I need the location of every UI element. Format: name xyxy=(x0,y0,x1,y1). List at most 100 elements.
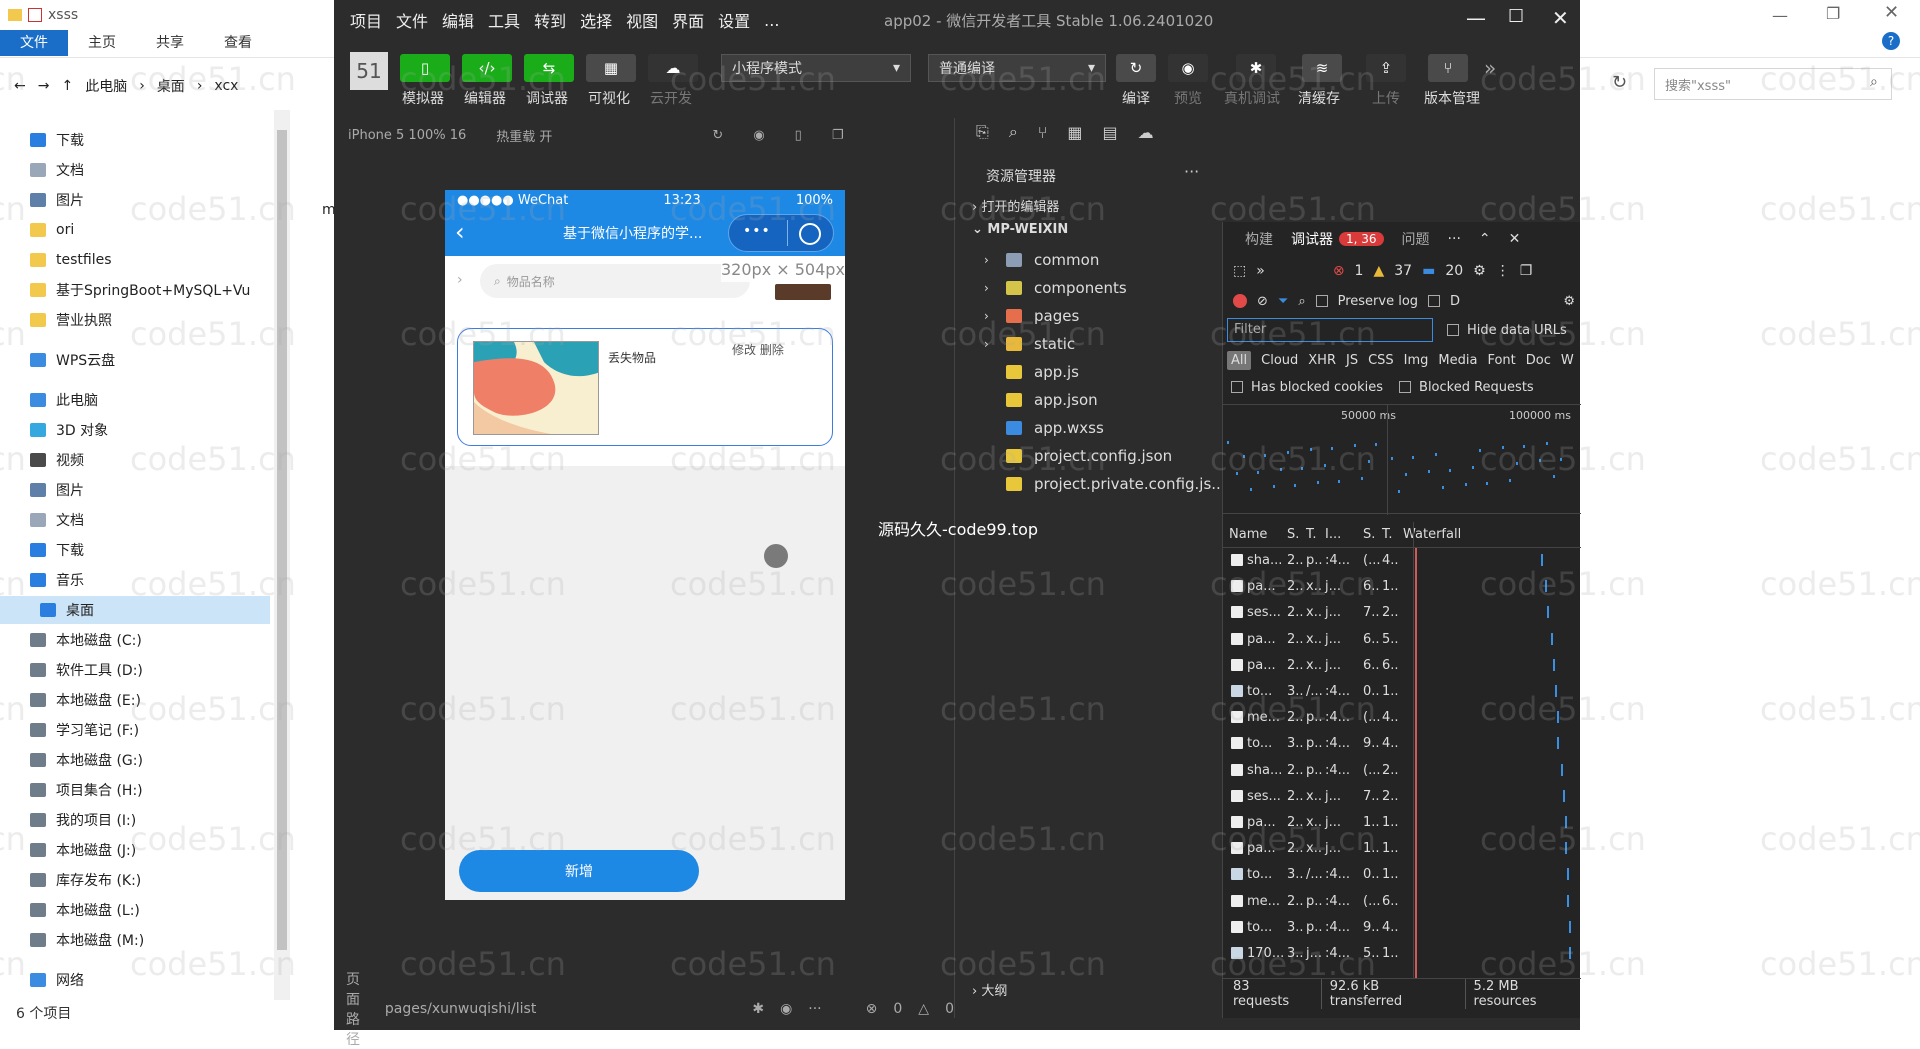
blocked-requests-checkbox[interactable] xyxy=(1399,381,1412,393)
nav-item[interactable]: 3D 对象 xyxy=(30,416,108,444)
type-filter-3[interactable]: JS xyxy=(1346,353,1358,368)
minimize-icon[interactable]: — xyxy=(1772,6,1788,25)
file-tree-item[interactable]: › common xyxy=(984,248,1099,272)
page-path[interactable]: pages/xunwuqishi/list xyxy=(385,1001,536,1017)
menu-item[interactable]: 文件 xyxy=(396,8,428,32)
nav-item[interactable]: 营业执照 xyxy=(30,306,112,334)
close-target-icon[interactable] xyxy=(799,223,821,245)
table-row[interactable]: ses... 2.. x.. j... 7.. 2.. xyxy=(1223,600,1581,625)
storage-icon[interactable]: ▤ xyxy=(1103,123,1118,142)
blocked-cookies-checkbox[interactable] xyxy=(1231,381,1243,393)
breadcrumb-xcx[interactable]: xcx xyxy=(214,78,238,94)
nav-item[interactable]: 我的项目 (I:) xyxy=(30,806,136,834)
window-icon[interactable]: ❐ xyxy=(832,128,844,143)
open-editors-section[interactable]: › 打开的编辑器 xyxy=(972,196,1059,215)
column-header[interactable]: S. xyxy=(1361,527,1380,542)
column-header[interactable]: T. xyxy=(1380,527,1399,542)
chevron-up-icon[interactable]: ⌃ xyxy=(1479,231,1491,247)
explorer-search-input[interactable]: 搜索"xsss" xyxy=(1654,68,1892,100)
column-header[interactable]: S. xyxy=(1285,527,1304,542)
nav-item[interactable]: 本地磁盘 (L:) xyxy=(30,896,140,924)
back-arrow-icon[interactable]: ‹ xyxy=(455,218,465,246)
forward-icon[interactable]: → xyxy=(38,78,50,94)
gear-icon[interactable]: ⚙ xyxy=(1563,294,1575,309)
tab-share[interactable]: 共享 xyxy=(136,30,204,56)
edit-delete-actions[interactable]: 修改 删除 xyxy=(732,341,784,358)
scroll-thumb[interactable] xyxy=(277,130,287,950)
disable-cache-checkbox[interactable] xyxy=(1428,295,1441,307)
table-row[interactable]: me... 2.. p..:4... (... 6.. xyxy=(1223,889,1581,914)
files-icon[interactable]: ⎘ xyxy=(976,122,989,142)
filter-icon[interactable]: ⏷ xyxy=(1278,294,1288,309)
minimize-icon[interactable]: — xyxy=(1466,6,1486,30)
nav-item[interactable]: 学习笔记 (F:) xyxy=(30,716,139,744)
menu-item[interactable]: 界面 xyxy=(672,8,704,32)
avatar[interactable]: 51 xyxy=(350,52,388,90)
device-icon[interactable]: ▯ xyxy=(795,128,802,143)
menu-item[interactable]: 选择 xyxy=(580,8,612,32)
simulator-button[interactable]: ▯ xyxy=(400,54,450,82)
column-header[interactable]: Waterfall xyxy=(1401,527,1551,542)
tab-issues[interactable]: 问题 xyxy=(1402,229,1430,249)
address-bar[interactable]: ← → ↑ 此电脑 › 桌面 › xcx xyxy=(0,68,340,104)
file-tree-item[interactable]: app.wxss xyxy=(984,416,1104,440)
nav-item[interactable]: 本地磁盘 (M:) xyxy=(30,926,144,954)
eye-icon[interactable]: ◉ xyxy=(780,1001,792,1017)
menu-item[interactable]: 设置 xyxy=(718,8,750,32)
type-filter-0[interactable]: All xyxy=(1227,350,1252,370)
cloud-icon[interactable]: ☁ xyxy=(1138,123,1154,142)
nav-item[interactable]: 文档 xyxy=(30,156,84,184)
mode-select[interactable]: 小程序模式 ▾ xyxy=(721,54,911,82)
more-icon[interactable]: ··· xyxy=(1448,231,1461,247)
nav-item[interactable]: 软件工具 (D:) xyxy=(30,656,143,684)
menu-item[interactable]: 编辑 xyxy=(442,8,474,32)
debugger-button[interactable]: ⇆ xyxy=(524,54,574,82)
visual-button[interactable]: ▦ xyxy=(586,54,636,82)
tab-view[interactable]: 查看 xyxy=(204,30,272,56)
file-tree-item[interactable]: › pages xyxy=(984,304,1079,328)
search-icon[interactable]: ⌕ xyxy=(1298,294,1305,309)
nav-item[interactable]: WPS云盘 xyxy=(30,346,115,374)
chevron-more-icon[interactable]: » xyxy=(1256,263,1265,279)
device-select[interactable]: iPhone 5 100% 16 xyxy=(348,128,466,143)
add-button[interactable]: 新增 xyxy=(459,850,699,892)
record-icon[interactable]: ◉ xyxy=(753,128,764,143)
table-row[interactable]: pa... 2.. x.. j... 6.. 1.. xyxy=(1223,574,1581,599)
table-row[interactable]: to... 3.. p..:4... 9.. 4.. xyxy=(1223,915,1581,940)
type-filter-8[interactable]: Doc xyxy=(1526,353,1551,368)
table-row[interactable]: 170... 3.. j...:4... 5.. 1.. xyxy=(1223,941,1581,966)
nav-item[interactable]: 下载 xyxy=(30,536,84,564)
nav-item[interactable]: 此电脑 xyxy=(30,386,98,414)
bug-icon[interactable]: ✱ xyxy=(752,1001,764,1017)
refresh-icon[interactable]: ↻ xyxy=(1612,72,1627,93)
tab-home[interactable]: 主页 xyxy=(68,30,136,56)
table-row[interactable]: me... 2.. p..:4... (... 4.. xyxy=(1223,705,1581,730)
restore-icon[interactable]: ❐ xyxy=(1826,4,1840,23)
nav-item[interactable]: 本地磁盘 (G:) xyxy=(30,746,143,774)
version-button[interactable]: ⑂ xyxy=(1428,54,1468,82)
hot-reload-toggle[interactable]: 热重载 开 xyxy=(496,126,552,145)
more-icon[interactable]: » xyxy=(1484,56,1496,80)
menu-item[interactable]: ... xyxy=(764,11,779,30)
preview-button[interactable]: ◉ xyxy=(1168,54,1208,82)
nav-item[interactable]: 音乐 xyxy=(30,566,84,594)
checkbox-icon[interactable] xyxy=(28,8,42,22)
kebab-icon[interactable]: ⋮ xyxy=(1496,263,1510,279)
compile-mode-select[interactable]: 普通编译 ▾ xyxy=(928,54,1106,82)
tab-debugger[interactable]: 调试器 xyxy=(1291,229,1333,249)
file-tree-item[interactable]: project.config.json xyxy=(984,444,1172,468)
extensions-icon[interactable]: ▦ xyxy=(1067,123,1082,142)
item-card[interactable]: 丢失物品 修改 删除 xyxy=(457,328,833,446)
help-icon[interactable]: ? xyxy=(1882,32,1900,50)
close-icon[interactable]: ✕ xyxy=(1884,2,1899,23)
nav-item[interactable]: ori xyxy=(30,216,74,244)
type-filter-7[interactable]: Font xyxy=(1487,353,1515,368)
menu-item[interactable]: 工具 xyxy=(488,8,520,32)
menu-item[interactable]: 转到 xyxy=(534,8,566,32)
rotate-icon[interactable]: ↻ xyxy=(712,128,723,143)
menu-item[interactable]: 项目 xyxy=(350,8,382,32)
tab-build[interactable]: 构建 xyxy=(1245,229,1273,249)
outline-section[interactable]: › 大纲 xyxy=(972,980,1007,999)
nav-scrollbar[interactable] xyxy=(274,110,290,1000)
page-path-label[interactable]: 页面路径 xyxy=(346,969,369,1049)
